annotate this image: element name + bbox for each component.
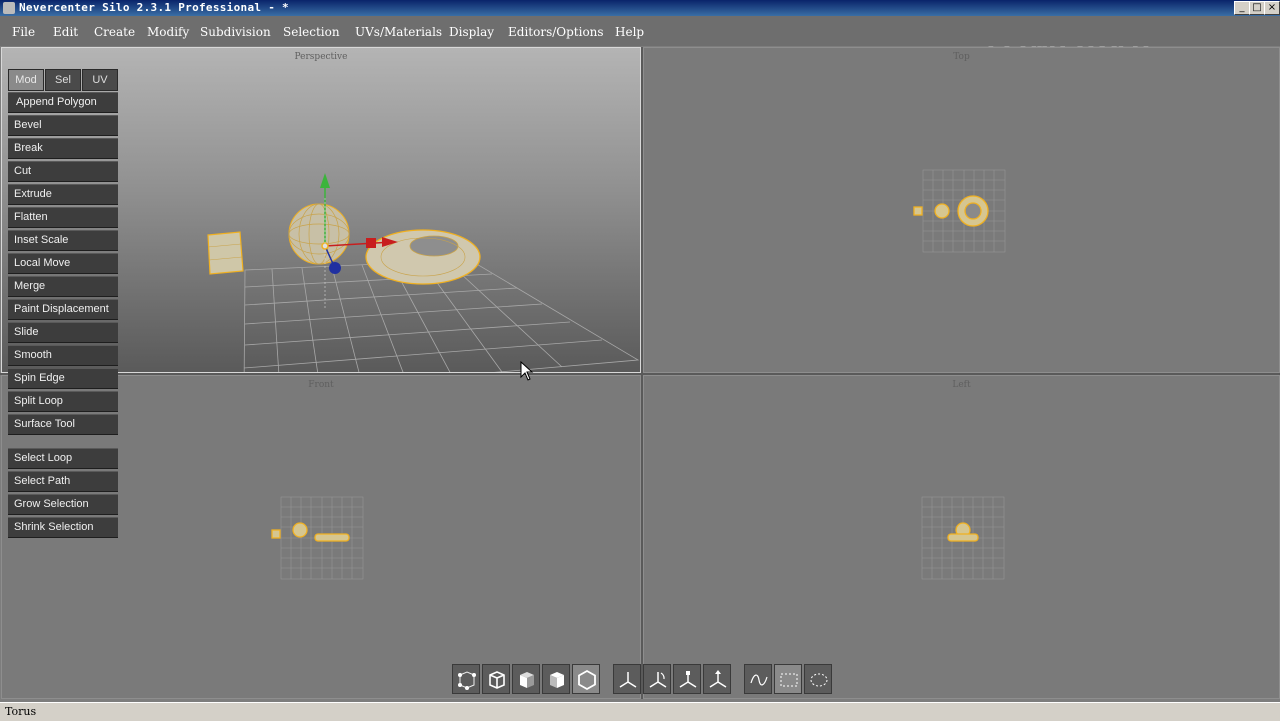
- top-scene: [913, 169, 1006, 253]
- paint-select-button[interactable]: [804, 664, 832, 694]
- smooth-button[interactable]: Smooth: [8, 345, 118, 366]
- menu-file[interactable]: File: [12, 25, 35, 39]
- face-mode-icon: [520, 672, 534, 688]
- paint-select-icon: [810, 673, 828, 687]
- rectangle-select-icon: [780, 673, 798, 687]
- edge-mode-button[interactable]: [482, 664, 510, 694]
- break-button[interactable]: Break: [8, 138, 118, 159]
- spin-edge-button[interactable]: Spin Edge: [8, 368, 118, 389]
- object-mode-icon: [550, 672, 564, 688]
- tab-sel[interactable]: Sel: [45, 69, 81, 91]
- object-solid-mode-icon: [578, 669, 596, 691]
- menu-modify[interactable]: Modify: [147, 25, 189, 39]
- sphere-object: [288, 203, 350, 265]
- move-manipulator-icon: [619, 672, 637, 688]
- object-solid-mode-button[interactable]: [572, 664, 600, 694]
- cube-object: [207, 231, 244, 275]
- move-manipulator-button[interactable]: [613, 664, 641, 694]
- lasso-select-button[interactable]: [744, 664, 772, 694]
- lasso-select-icon: [750, 674, 768, 686]
- surface-tool-button[interactable]: Surface Tool: [8, 414, 118, 435]
- mouse-cursor-icon: [520, 361, 534, 381]
- local-move-button[interactable]: Local Move: [8, 253, 118, 274]
- menu-subdivision[interactable]: Subdivision: [200, 25, 271, 39]
- window-title: Nevercenter Silo 2.3.1 Professional - *: [19, 1, 289, 14]
- menu-create[interactable]: Create: [94, 25, 135, 39]
- merge-button[interactable]: Merge: [8, 276, 118, 297]
- menu-uvs-materials[interactable]: UVs/Materials: [355, 25, 442, 39]
- bevel-button[interactable]: Bevel: [8, 115, 118, 136]
- left-objects: [947, 522, 979, 542]
- shrink-selection-button[interactable]: Shrink Selection: [8, 517, 118, 538]
- rotate-manipulator-button[interactable]: [643, 664, 671, 694]
- flatten-button[interactable]: Flatten: [8, 207, 118, 228]
- paint-displacement-button[interactable]: Paint Displacement: [8, 299, 118, 320]
- universal-manipulator-button[interactable]: [703, 664, 731, 694]
- scale-manipulator-button[interactable]: [673, 664, 701, 694]
- close-button[interactable]: ×: [1264, 1, 1280, 15]
- menu-help[interactable]: Help: [615, 25, 644, 39]
- top-viewport[interactable]: Top: [643, 47, 1280, 373]
- tab-uv[interactable]: UV: [82, 69, 118, 91]
- status-text: Torus: [5, 705, 37, 718]
- rectangle-select-button[interactable]: [774, 664, 802, 694]
- minimize-button[interactable]: _: [1234, 1, 1250, 15]
- edge-mode-icon: [489, 671, 505, 689]
- append-polygon-button[interactable]: Append Polygon: [8, 92, 118, 113]
- face-mode-button[interactable]: [512, 664, 540, 694]
- vertex-mode-icon: [458, 671, 476, 690]
- menu-edit[interactable]: Edit: [53, 25, 78, 39]
- universal-manipulator-icon: [709, 670, 727, 688]
- slide-button[interactable]: Slide: [8, 322, 118, 343]
- menu-selection[interactable]: Selection: [283, 25, 340, 39]
- inset-scale-button[interactable]: Inset Scale: [8, 230, 118, 251]
- vertex-mode-button[interactable]: [452, 664, 480, 694]
- scale-manipulator-icon: [679, 671, 697, 688]
- grow-selection-button[interactable]: Grow Selection: [8, 494, 118, 515]
- menu-editors-options[interactable]: Editors/Options: [508, 25, 604, 39]
- left-scene: [921, 496, 1005, 580]
- left-viewport[interactable]: Left: [643, 375, 1280, 699]
- cut-button[interactable]: Cut: [8, 161, 118, 182]
- rotate-manipulator-icon: [649, 672, 667, 688]
- status-bar: Torus: [0, 702, 1280, 721]
- app-icon: [3, 2, 15, 14]
- split-loop-button[interactable]: Split Loop: [8, 391, 118, 412]
- select-loop-button[interactable]: Select Loop: [8, 448, 118, 469]
- extrude-button[interactable]: Extrude: [8, 184, 118, 205]
- maximize-button[interactable]: □: [1249, 1, 1265, 15]
- tab-mod[interactable]: Mod: [8, 69, 44, 91]
- object-mode-button[interactable]: [542, 664, 570, 694]
- select-path-button[interactable]: Select Path: [8, 471, 118, 492]
- menu-bar: File Edit Create Modify Subdivision Sele…: [0, 16, 1280, 46]
- viewport-divider-horizontal[interactable]: [0, 373, 1280, 375]
- menu-display[interactable]: Display: [449, 25, 494, 39]
